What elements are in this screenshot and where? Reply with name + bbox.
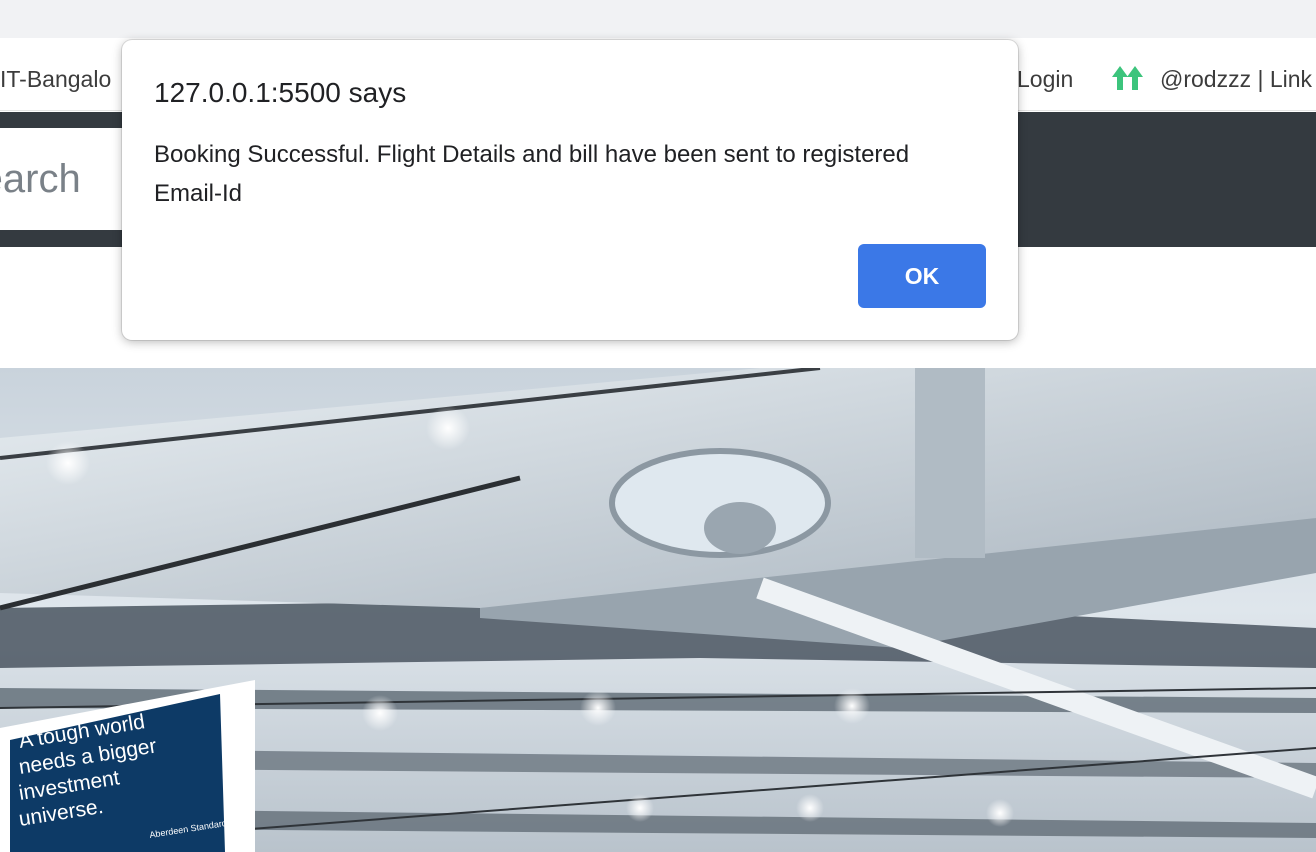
bookmark-login[interactable]: Login [1017,66,1073,93]
arrows-up-icon [1111,64,1145,92]
alert-dialog: 127.0.0.1:5500 says Booking Successful. … [122,40,1018,340]
browser-top-strip [0,0,1316,38]
dialog-message: Booking Successful. Flight Details and b… [154,141,910,207]
bookmark-college-portal[interactable]: IT-Bangalo [0,66,111,93]
dialog-title: 127.0.0.1:5500 says [154,77,407,108]
hero-airport-image: A tough world needs a bigger investment … [0,368,1316,852]
ok-button[interactable]: OK [858,244,986,308]
bookmark-linkedin-profile[interactable]: @rodzzz | Link [1160,66,1312,93]
